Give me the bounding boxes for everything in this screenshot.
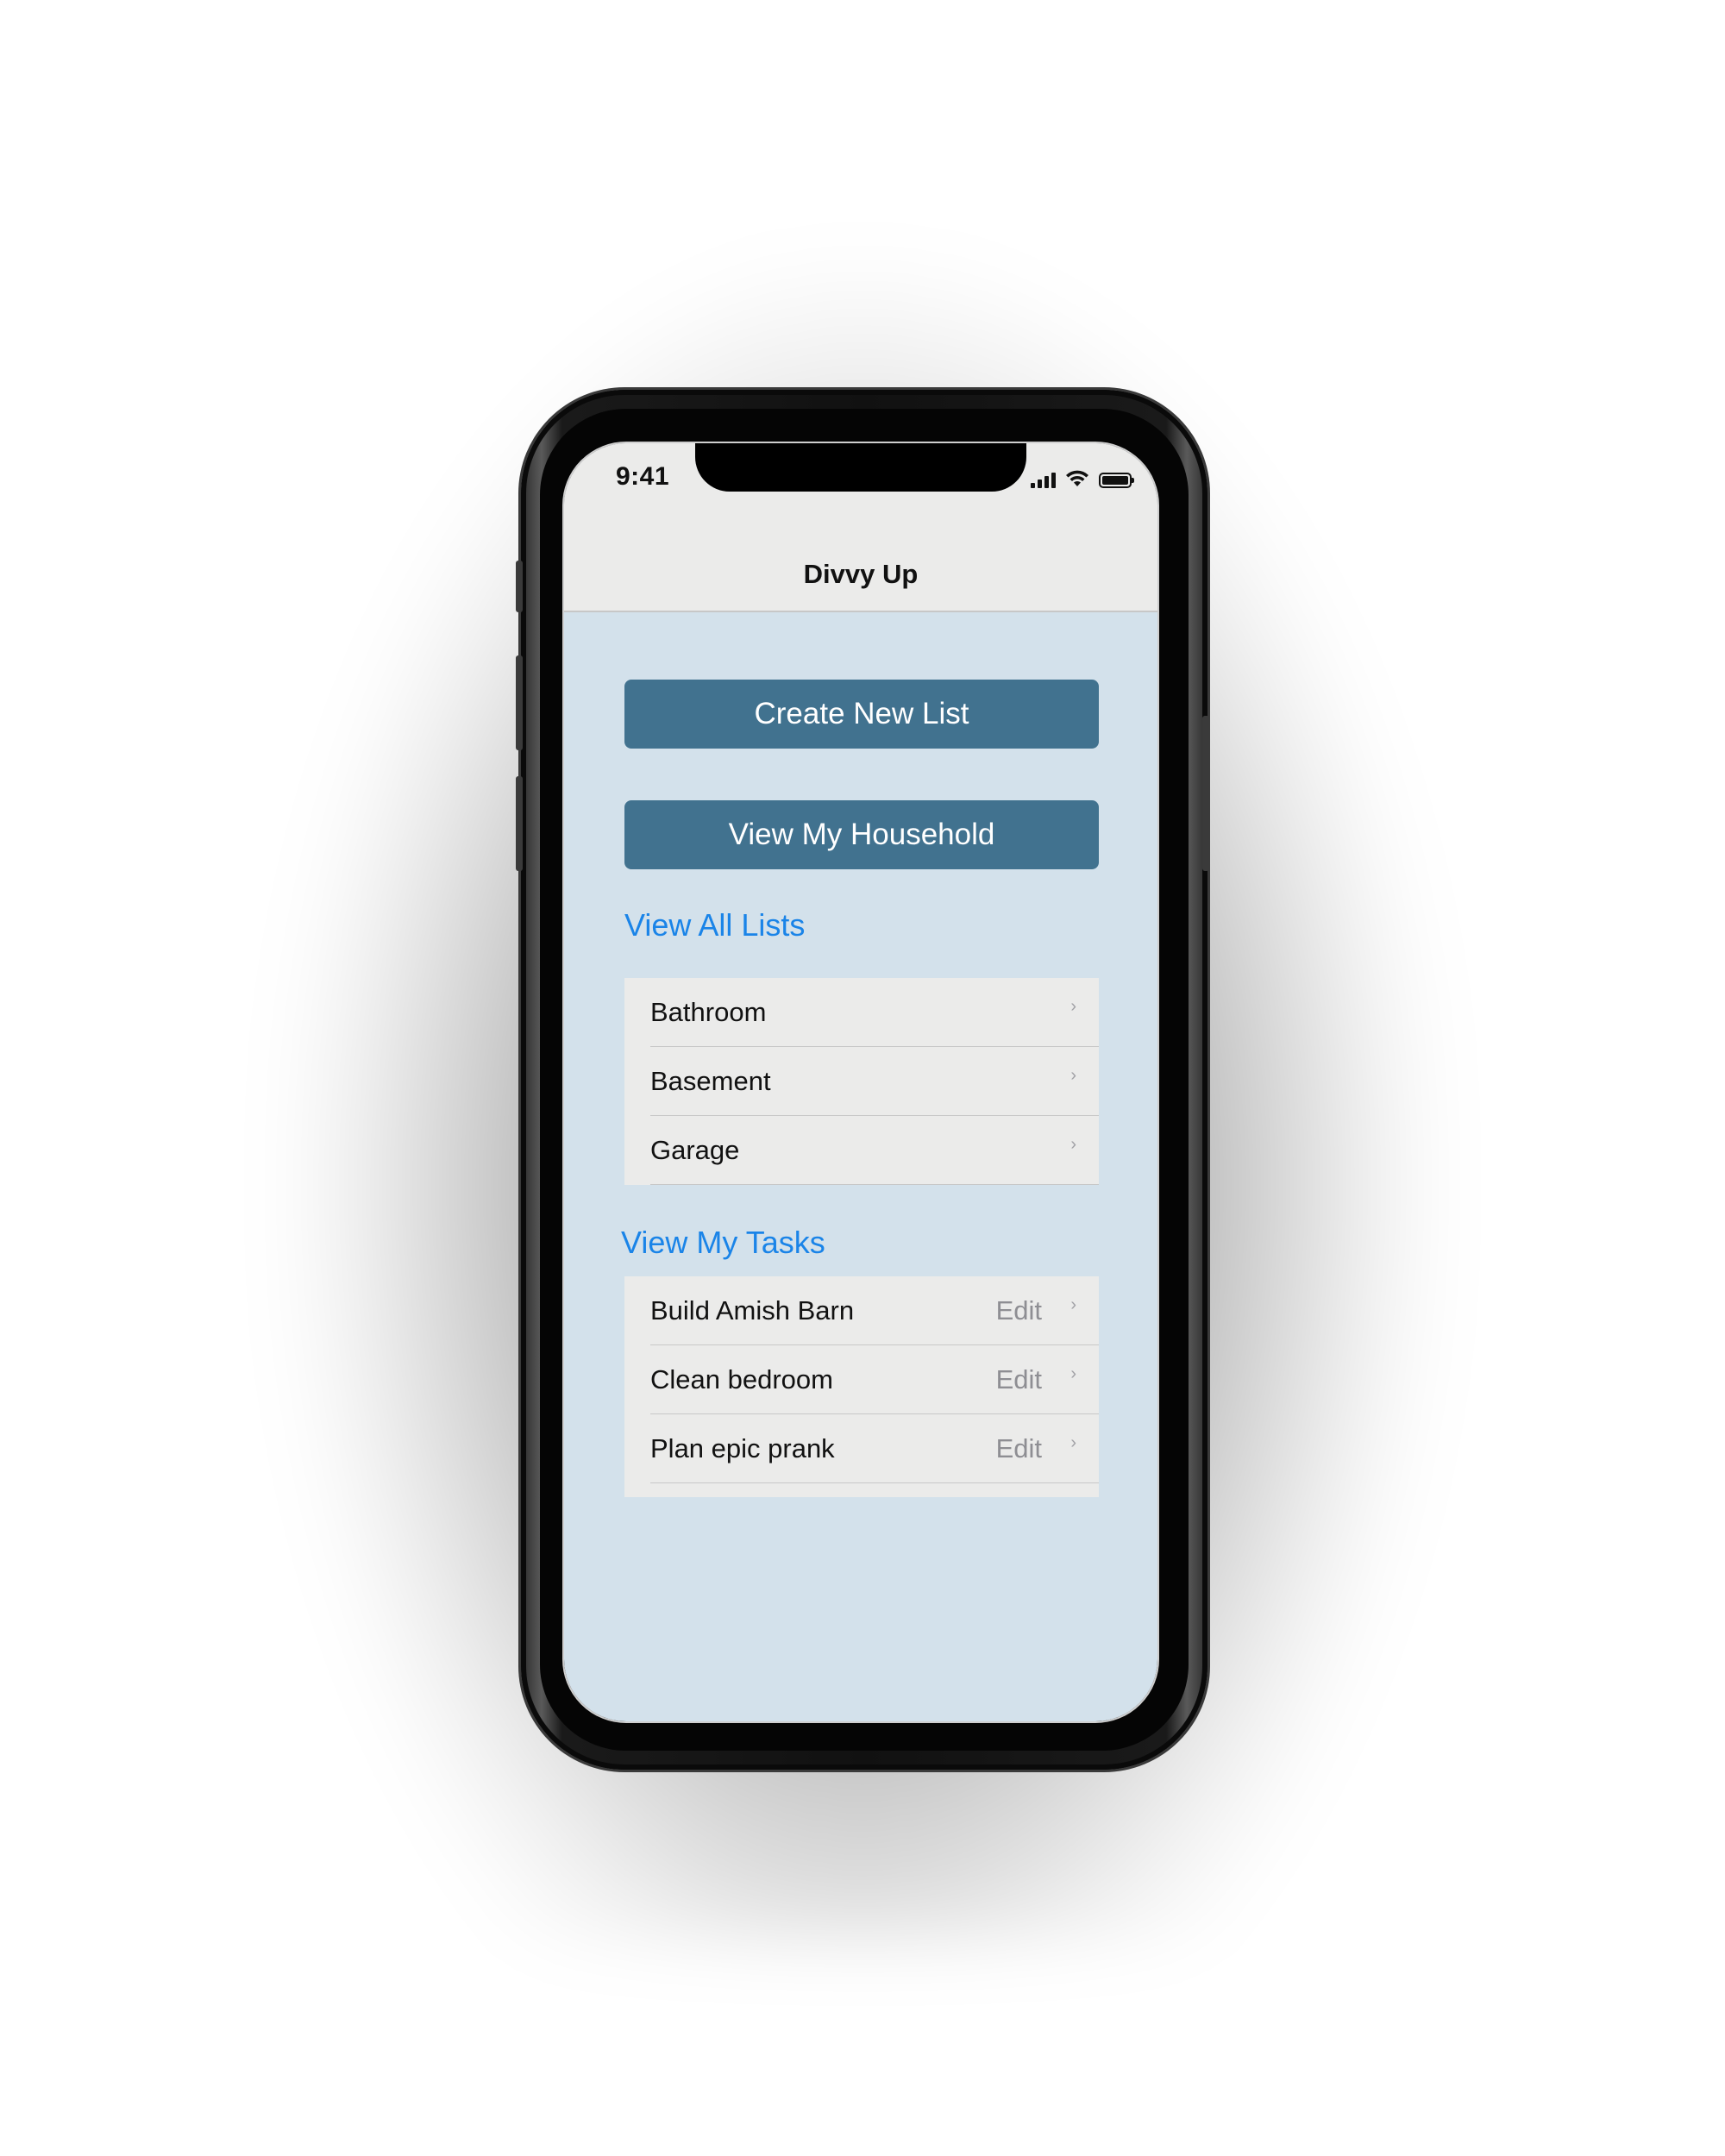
- task-edit-button[interactable]: Edit: [996, 1295, 1042, 1326]
- volume-down-button: [516, 776, 523, 871]
- list-item-garage[interactable]: Garage ›: [624, 1116, 1099, 1185]
- list-item-label: Garage: [650, 1135, 740, 1165]
- app-screen: 9:41 Divvy Up Create New List View My Ho…: [562, 442, 1159, 1723]
- list-item-bathroom[interactable]: Bathroom ›: [624, 978, 1099, 1047]
- list-item-label: Basement: [650, 1066, 771, 1096]
- cellular-signal-icon: [1031, 471, 1056, 488]
- chevron-right-icon: ›: [1070, 997, 1076, 1016]
- chevron-right-icon: ›: [1070, 1066, 1076, 1085]
- chevron-right-icon: ›: [1070, 1364, 1076, 1383]
- view-all-lists-link[interactable]: View All Lists: [624, 907, 805, 943]
- status-time: 9:41: [616, 462, 670, 491]
- view-my-household-button[interactable]: View My Household: [624, 800, 1099, 869]
- page-title: Divvy Up: [803, 559, 919, 589]
- chevron-right-icon: ›: [1070, 1135, 1076, 1154]
- navigation-bar: 9:41 Divvy Up: [564, 443, 1157, 612]
- task-edit-button[interactable]: Edit: [996, 1364, 1042, 1395]
- battery-icon: [1099, 473, 1134, 488]
- task-item-build-amish-barn[interactable]: Build Amish Barn Edit ›: [624, 1276, 1099, 1345]
- device-notch: [695, 443, 1026, 492]
- list-item-label: Bathroom: [650, 997, 767, 1027]
- task-item-clean-bedroom[interactable]: Clean bedroom Edit ›: [624, 1345, 1099, 1414]
- task-item-label: Build Amish Barn: [650, 1295, 855, 1326]
- task-edit-button[interactable]: Edit: [996, 1433, 1042, 1464]
- mute-switch: [516, 561, 523, 612]
- list-item-basement[interactable]: Basement ›: [624, 1047, 1099, 1116]
- chevron-right-icon: ›: [1070, 1433, 1076, 1452]
- wifi-icon: [1066, 470, 1088, 486]
- status-icons: [1031, 467, 1134, 488]
- task-item-label: Plan epic prank: [650, 1433, 835, 1463]
- view-my-tasks-link[interactable]: View My Tasks: [621, 1225, 825, 1261]
- task-item-label: Clean bedroom: [650, 1364, 833, 1395]
- task-item-plan-epic-prank[interactable]: Plan epic prank Edit ›: [624, 1414, 1099, 1483]
- lists-table: Bathroom › Basement › Garage ›: [624, 978, 1099, 1185]
- chevron-right-icon: ›: [1070, 1295, 1076, 1314]
- volume-up-button: [516, 655, 523, 750]
- power-button: [1202, 716, 1209, 871]
- tasks-table: Build Amish Barn Edit › Clean bedroom Ed…: [624, 1276, 1099, 1497]
- create-new-list-button[interactable]: Create New List: [624, 680, 1099, 749]
